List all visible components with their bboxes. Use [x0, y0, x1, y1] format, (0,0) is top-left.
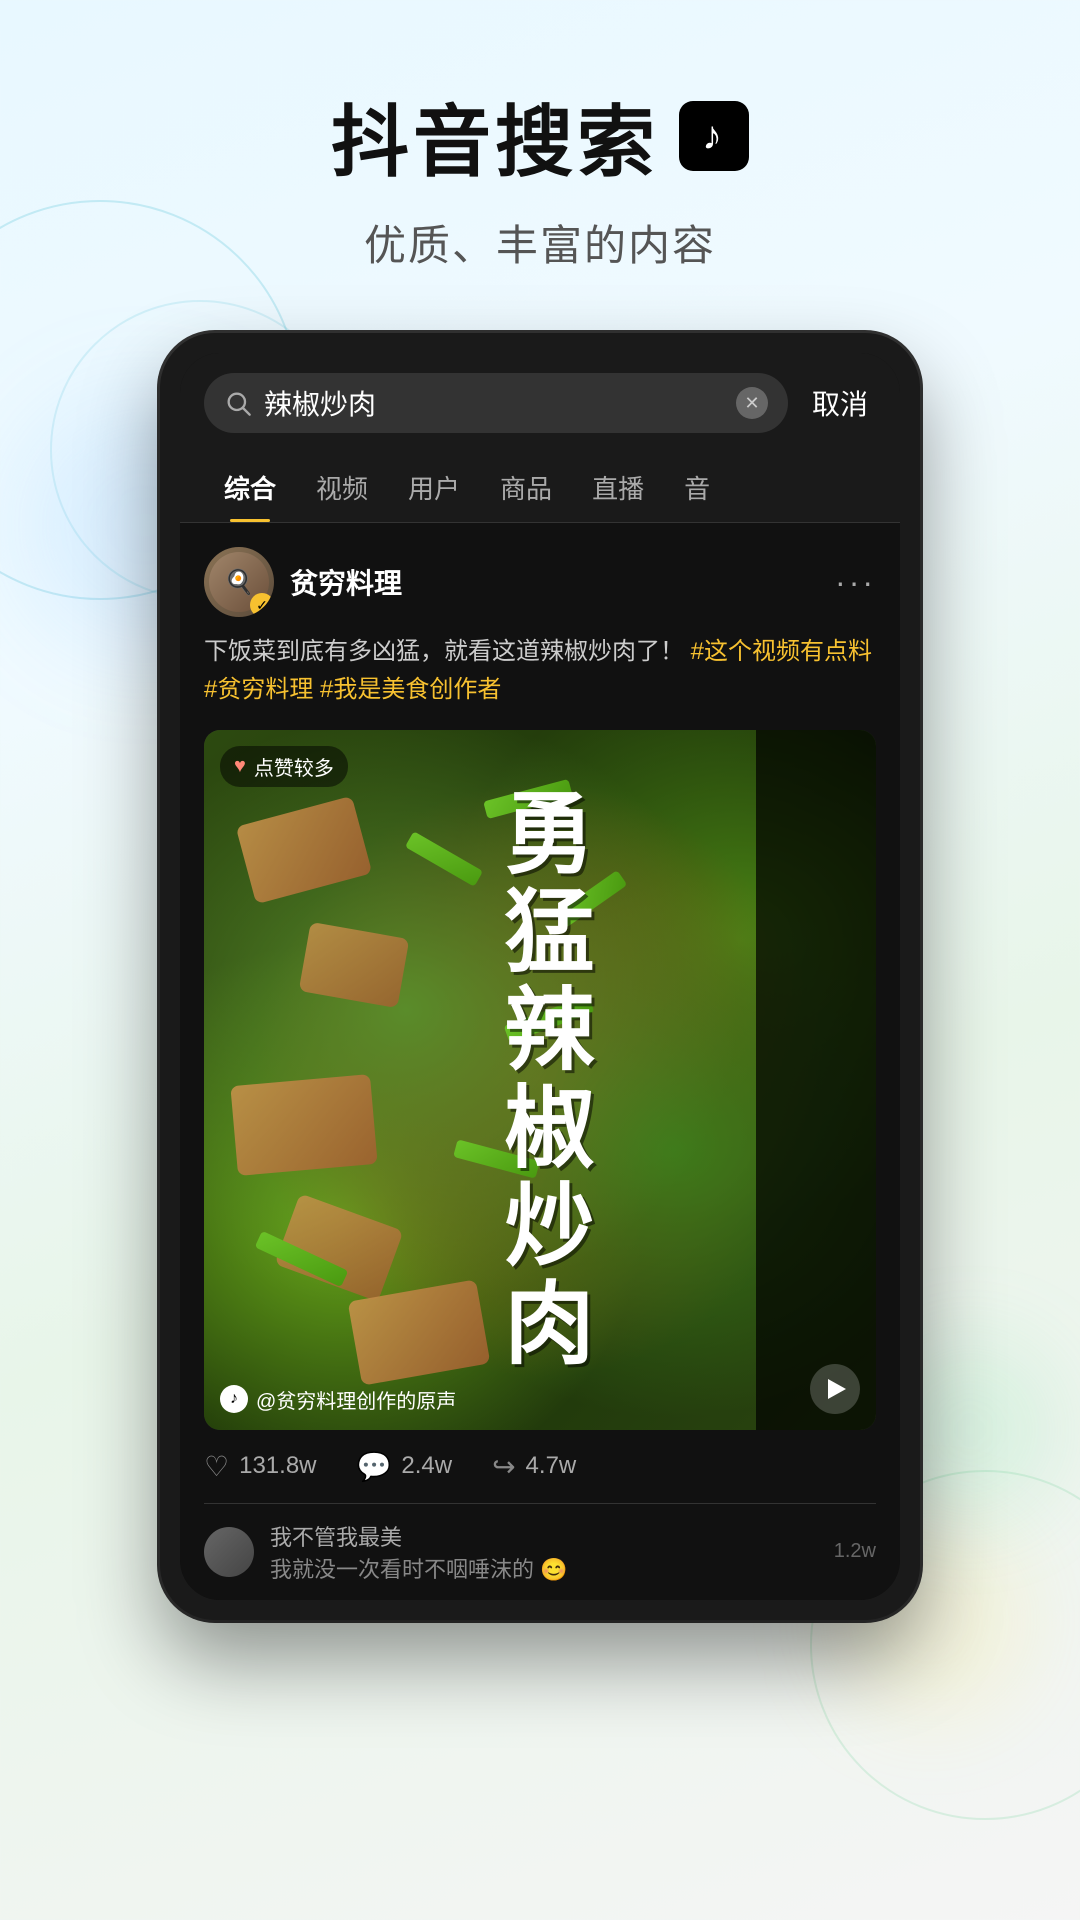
comment-preview: 我不管我最美 我就没一次看时不咽唾沫的 😊 1.2w: [204, 1503, 876, 1600]
post-plain-text: 下饭菜到底有多凶猛，就看这道辣椒炒肉了！: [204, 638, 684, 665]
comment-stat-icon: 💬: [357, 1450, 392, 1483]
comment-likes: 1.2w: [834, 1540, 876, 1563]
comments-stat[interactable]: 💬 2.4w: [357, 1450, 453, 1483]
shares-count: 4.7w: [526, 1452, 577, 1480]
author-name[interactable]: 贫穷料理: [290, 562, 402, 602]
author-row: 🍳 ✓ 贫穷料理 ···: [204, 547, 876, 617]
title-text: 抖音搜索: [331, 80, 659, 192]
search-bar-row: 辣椒炒肉 ✕ 取消: [180, 353, 900, 453]
cancel-button[interactable]: 取消: [804, 383, 876, 423]
more-button[interactable]: ···: [835, 564, 876, 601]
tiktok-note-icon: ♪: [702, 114, 726, 159]
heart-icon: ♥: [234, 755, 246, 778]
tab-直播[interactable]: 直播: [572, 453, 664, 522]
likes-count: 131.8w: [239, 1452, 316, 1480]
phone-wrapper: 辣椒炒肉 ✕ 取消 综合 视频 用户 商品 直播 音: [0, 333, 1080, 1620]
video-overlay-title: 勇猛辣椒炒肉: [491, 786, 590, 1374]
stats-row: ♡ 131.8w 💬 2.4w ↪ 4.7w: [204, 1430, 876, 1503]
shares-stat[interactable]: ↪ 4.7w: [492, 1450, 576, 1483]
verified-badge: ✓: [250, 593, 274, 617]
content-area: 🍳 ✓ 贫穷料理 ··· 下饭菜到底有多凶猛，就看这道辣椒炒肉了！ #这个视频有…: [180, 523, 900, 1600]
clear-button[interactable]: ✕: [736, 387, 768, 419]
comment-avatar: [204, 1527, 254, 1577]
comment-content: 我不管我最美 我就没一次看时不咽唾沫的 😊: [270, 1520, 818, 1584]
post-text: 下饭菜到底有多凶猛，就看这道辣椒炒肉了！ #这个视频有点料 #贫穷料理 #我是美…: [204, 633, 876, 710]
main-title: 抖音搜索 ♪: [0, 80, 1080, 192]
comment-author: 我不管我最美: [270, 1520, 818, 1552]
play-button[interactable]: [810, 1364, 860, 1414]
header-section: 抖音搜索 ♪ 优质、丰富的内容: [0, 0, 1080, 313]
tab-视频[interactable]: 视频: [296, 453, 388, 522]
play-triangle-icon: [828, 1379, 846, 1399]
likes-stat[interactable]: ♡ 131.8w: [204, 1450, 317, 1483]
avatar[interactable]: 🍳 ✓: [204, 547, 274, 617]
tab-音乐[interactable]: 音: [664, 453, 730, 522]
tab-综合[interactable]: 综合: [204, 453, 296, 522]
tab-商品[interactable]: 商品: [480, 453, 572, 522]
sound-bar: ♪ @贫穷料理创作的原声: [220, 1385, 456, 1414]
like-badge: ♥ 点赞较多: [220, 746, 348, 787]
phone-screen: 辣椒炒肉 ✕ 取消 综合 视频 用户 商品 直播 音: [180, 353, 900, 1600]
tiktok-logo-icon: ♪: [679, 101, 749, 171]
sound-text: @贫穷料理创作的原声: [256, 1385, 456, 1414]
comments-count: 2.4w: [401, 1452, 452, 1480]
overlay-text: 勇猛辣椒炒肉: [204, 730, 876, 1430]
author-info: 🍳 ✓ 贫穷料理: [204, 547, 402, 617]
search-icon: [224, 389, 252, 417]
search-query: 辣椒炒肉: [264, 383, 724, 423]
search-input-box[interactable]: 辣椒炒肉 ✕: [204, 373, 788, 433]
video-thumbnail[interactable]: 勇猛辣椒炒肉 ♥ 点赞较多 ♪ @贫穷料理创作的原声: [204, 730, 876, 1430]
like-badge-text: 点赞较多: [254, 752, 334, 781]
sound-icon: ♪: [220, 1385, 248, 1413]
tab-用户[interactable]: 用户: [388, 453, 480, 522]
tabs-row: 综合 视频 用户 商品 直播 音: [180, 453, 900, 523]
share-stat-icon: ↪: [492, 1450, 515, 1483]
phone-frame: 辣椒炒肉 ✕ 取消 综合 视频 用户 商品 直播 音: [160, 333, 920, 1620]
subtitle: 优质、丰富的内容: [0, 212, 1080, 273]
comment-text: 我就没一次看时不咽唾沫的 😊: [270, 1552, 818, 1584]
heart-stat-icon: ♡: [204, 1450, 229, 1483]
